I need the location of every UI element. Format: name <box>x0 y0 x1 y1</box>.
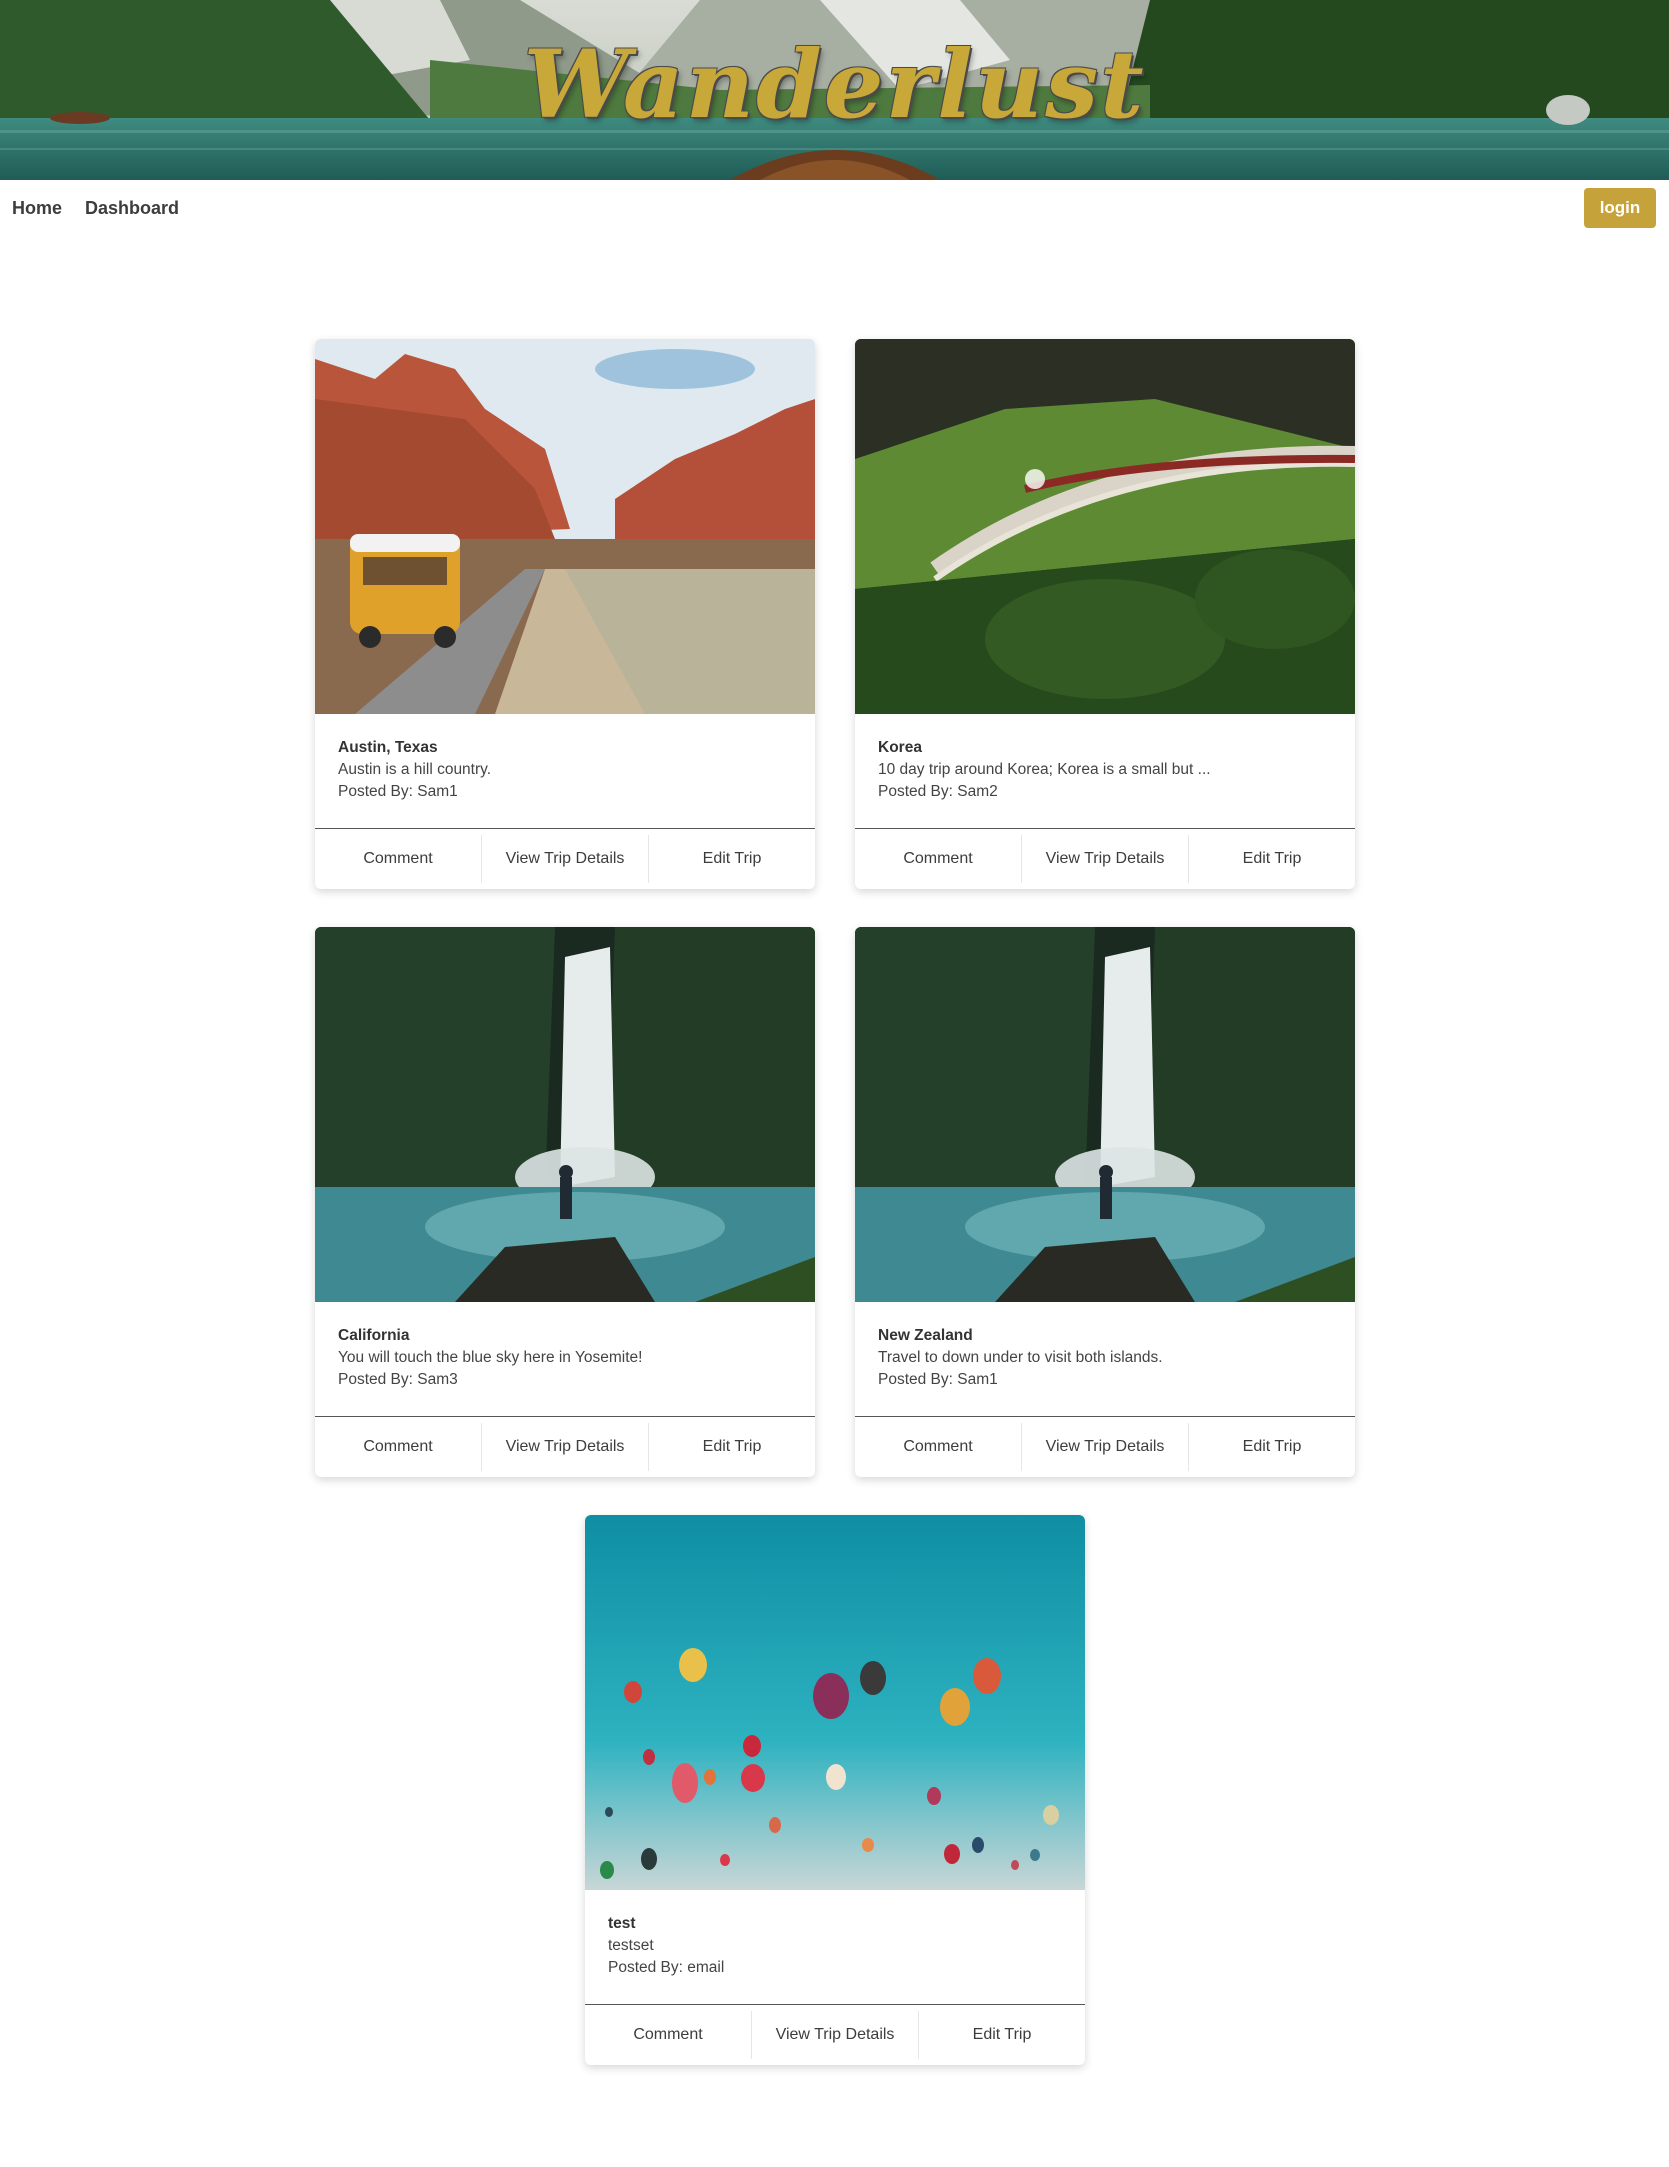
trip-card-body: California You will touch the blue sky h… <box>315 1302 815 1421</box>
view-trip-details-button[interactable]: View Trip Details <box>1022 1423 1189 1471</box>
trip-card: Austin, Texas Austin is a hill country. … <box>315 339 815 889</box>
trip-image-waterfall <box>315 927 815 1302</box>
comment-button[interactable]: Comment <box>315 835 482 883</box>
edit-trip-button[interactable]: Edit Trip <box>1189 1423 1355 1471</box>
trip-description: 10 day trip around Korea; Korea is a sma… <box>878 761 1211 778</box>
edit-trip-button[interactable]: Edit Trip <box>649 835 815 883</box>
trip-description: Travel to down under to visit both islan… <box>878 1349 1163 1366</box>
trip-author: Posted By: Sam2 <box>878 783 998 800</box>
comment-button[interactable]: Comment <box>315 1423 482 1471</box>
comment-button[interactable]: Comment <box>585 2011 752 2059</box>
trip-description: Austin is a hill country. <box>338 761 492 778</box>
view-trip-details-button[interactable]: View Trip Details <box>752 2011 919 2059</box>
nav-dashboard-link[interactable]: Dashboard <box>85 198 179 219</box>
trip-card-body: test testset Posted By: email <box>585 1890 1085 2009</box>
nav-home-link[interactable]: Home <box>12 198 62 219</box>
edit-trip-button[interactable]: Edit Trip <box>919 2011 1085 2059</box>
edit-trip-button[interactable]: Edit Trip <box>1189 835 1355 883</box>
trip-author: Posted By: Sam1 <box>878 1371 998 1388</box>
trip-title: New Zealand <box>878 1327 973 1344</box>
trip-card-actions: Comment View Trip Details Edit Trip <box>315 828 815 889</box>
trip-description: testset <box>608 1937 654 1954</box>
trip-card: Korea 10 day trip around Korea; Korea is… <box>855 339 1355 889</box>
trip-image-viaduct-train <box>855 339 1355 714</box>
trip-image-hot-air-balloons <box>585 1515 1085 1890</box>
trip-card-body: New Zealand Travel to down under to visi… <box>855 1302 1355 1421</box>
view-trip-details-button[interactable]: View Trip Details <box>482 835 649 883</box>
trip-card-body: Korea 10 day trip around Korea; Korea is… <box>855 714 1355 833</box>
login-button[interactable]: login <box>1584 188 1656 228</box>
brand-logo: Wanderlust <box>523 30 1146 140</box>
trip-image-waterfall <box>855 927 1355 1302</box>
trip-card: New Zealand Travel to down under to visi… <box>855 927 1355 1477</box>
trip-title: Austin, Texas <box>338 739 438 756</box>
trip-title: test <box>608 1915 636 1932</box>
trip-author: Posted By: email <box>608 1959 725 1976</box>
view-trip-details-button[interactable]: View Trip Details <box>1022 835 1189 883</box>
trip-author: Posted By: Sam1 <box>338 783 458 800</box>
trip-description: You will touch the blue sky here in Yose… <box>338 1349 643 1366</box>
trip-card-actions: Comment View Trip Details Edit Trip <box>855 828 1355 889</box>
edit-trip-button[interactable]: Edit Trip <box>649 1423 815 1471</box>
comment-button[interactable]: Comment <box>855 1423 1022 1471</box>
comment-button[interactable]: Comment <box>855 835 1022 883</box>
trip-card-actions: Comment View Trip Details Edit Trip <box>855 1416 1355 1477</box>
trip-image-desert-road <box>315 339 815 714</box>
trip-card: California You will touch the blue sky h… <box>315 927 815 1477</box>
trip-author: Posted By: Sam3 <box>338 1371 458 1388</box>
trip-card-actions: Comment View Trip Details Edit Trip <box>585 2004 1085 2065</box>
view-trip-details-button[interactable]: View Trip Details <box>482 1423 649 1471</box>
trip-card: test testset Posted By: email Comment Vi… <box>585 1515 1085 2065</box>
trip-title: California <box>338 1327 410 1344</box>
trip-card-body: Austin, Texas Austin is a hill country. … <box>315 714 815 833</box>
header-banner: Wanderlust <box>0 0 1669 180</box>
trip-card-actions: Comment View Trip Details Edit Trip <box>315 1416 815 1477</box>
trip-title: Korea <box>878 739 922 756</box>
top-nav: Home Dashboard login <box>0 180 1669 236</box>
